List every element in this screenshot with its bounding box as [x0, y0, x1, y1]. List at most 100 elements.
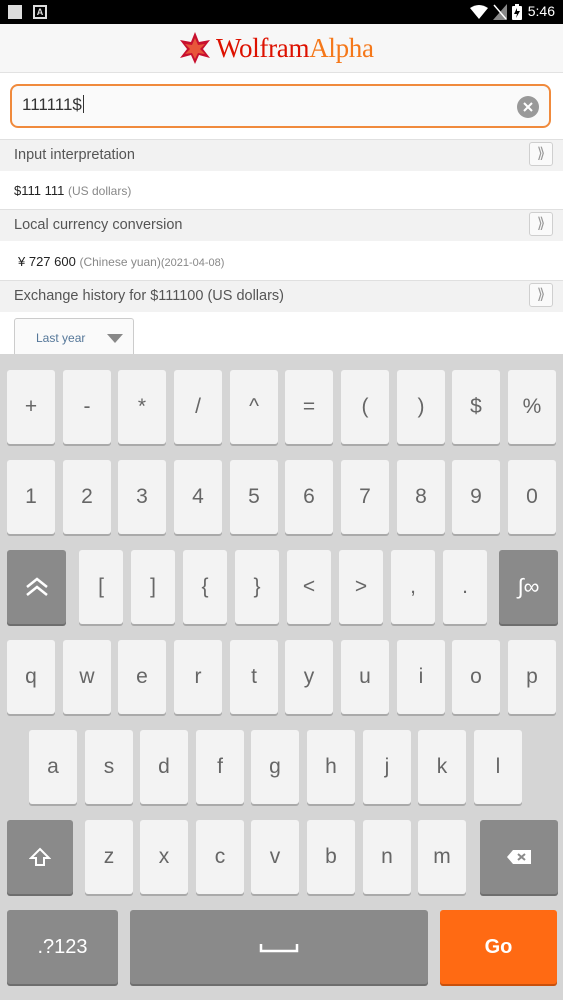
- key[interactable]: x: [140, 820, 188, 894]
- key[interactable]: f: [196, 730, 244, 804]
- key-label: .: [462, 575, 468, 598]
- key[interactable]: >: [339, 550, 383, 624]
- key-label: (: [361, 395, 369, 418]
- app-header: WolframAlpha: [0, 24, 563, 73]
- key[interactable]: 3: [118, 460, 166, 534]
- status-bar: A 5:46: [0, 0, 563, 24]
- key[interactable]: y: [285, 640, 333, 714]
- signal-off-icon: [493, 4, 507, 20]
- key-label: o: [470, 665, 482, 688]
- space-bar-icon: [259, 944, 299, 953]
- space-key[interactable]: [130, 910, 428, 984]
- symbols-mode-key[interactable]: .?123: [7, 910, 118, 984]
- key[interactable]: s: [85, 730, 133, 804]
- search-input-text: 111111$: [22, 95, 84, 115]
- key[interactable]: 9: [452, 460, 500, 534]
- key[interactable]: (: [341, 370, 389, 444]
- key[interactable]: =: [285, 370, 333, 444]
- key[interactable]: /: [174, 370, 222, 444]
- key-label: z: [103, 845, 115, 868]
- history-range-dropdown[interactable]: Last year: [14, 318, 134, 354]
- key[interactable]: g: [251, 730, 299, 804]
- key[interactable]: 0: [508, 460, 556, 534]
- key[interactable]: 8: [397, 460, 445, 534]
- key[interactable]: 5: [230, 460, 278, 534]
- key[interactable]: a: [29, 730, 77, 804]
- result-unit: (Chinese yuan): [79, 255, 161, 269]
- calculus-symbols-button[interactable]: ∫∞: [499, 550, 558, 624]
- key[interactable]: .: [443, 550, 487, 624]
- key-label: p: [526, 665, 538, 688]
- pod-header-input-interpretation: Input interpretation ⟫: [0, 139, 563, 171]
- key[interactable]: ,: [391, 550, 435, 624]
- key[interactable]: 2: [63, 460, 111, 534]
- key[interactable]: p: [508, 640, 556, 714]
- key-label: 9: [470, 485, 482, 508]
- key[interactable]: 1: [7, 460, 55, 534]
- key[interactable]: t: [230, 640, 278, 714]
- key-label: ): [417, 395, 425, 418]
- key[interactable]: {: [183, 550, 227, 624]
- key-label: ∫∞: [517, 574, 540, 599]
- key-label: .?123: [37, 935, 88, 958]
- key[interactable]: j: [363, 730, 411, 804]
- key[interactable]: m: [418, 820, 466, 894]
- key[interactable]: d: [140, 730, 188, 804]
- key[interactable]: 4: [174, 460, 222, 534]
- key[interactable]: v: [251, 820, 299, 894]
- pod-expand-button[interactable]: ⟫: [529, 283, 553, 307]
- key[interactable]: 6: [285, 460, 333, 534]
- key[interactable]: o: [452, 640, 500, 714]
- pod-expand-button[interactable]: ⟫: [529, 142, 553, 166]
- go-button[interactable]: Go: [440, 910, 557, 984]
- key[interactable]: r: [174, 640, 222, 714]
- key-label: g: [269, 755, 281, 778]
- key[interactable]: e: [118, 640, 166, 714]
- key[interactable]: ]: [131, 550, 175, 624]
- key[interactable]: ): [397, 370, 445, 444]
- key-label: y: [303, 665, 315, 688]
- key[interactable]: *: [118, 370, 166, 444]
- wolfram-alpha-logo: WolframAlpha: [178, 30, 374, 66]
- key[interactable]: h: [307, 730, 355, 804]
- key[interactable]: -: [63, 370, 111, 444]
- key-label: >: [354, 575, 368, 598]
- key[interactable]: u: [341, 640, 389, 714]
- key-label: 7: [359, 485, 371, 508]
- key[interactable]: <: [287, 550, 331, 624]
- clear-search-button[interactable]: [517, 96, 539, 118]
- backspace-key[interactable]: [480, 820, 558, 894]
- key[interactable]: i: [397, 640, 445, 714]
- key[interactable]: q: [7, 640, 55, 714]
- key[interactable]: l: [474, 730, 522, 804]
- key[interactable]: +: [7, 370, 55, 444]
- search-input[interactable]: 111111$: [10, 84, 551, 128]
- result-amount: $111 111: [14, 183, 65, 198]
- key-label: /: [195, 395, 201, 418]
- notification-icon: [8, 5, 22, 19]
- pod-expand-button[interactable]: ⟫: [529, 212, 553, 236]
- key[interactable]: 7: [341, 460, 389, 534]
- key[interactable]: ^: [230, 370, 278, 444]
- key[interactable]: z: [85, 820, 133, 894]
- key-label: d: [158, 755, 170, 778]
- key[interactable]: b: [307, 820, 355, 894]
- key[interactable]: $: [452, 370, 500, 444]
- key[interactable]: [: [79, 550, 123, 624]
- result-amount: ¥ 727 600: [18, 254, 76, 269]
- text-caret: [82, 95, 84, 113]
- key[interactable]: }: [235, 550, 279, 624]
- key[interactable]: k: [418, 730, 466, 804]
- key-label: 5: [248, 485, 260, 508]
- key-label: }: [253, 575, 261, 598]
- key-label: k: [436, 755, 448, 778]
- key[interactable]: w: [63, 640, 111, 714]
- key-label: h: [325, 755, 337, 778]
- expand-keyboard-button[interactable]: [7, 550, 66, 624]
- shift-key[interactable]: [7, 820, 73, 894]
- key[interactable]: c: [196, 820, 244, 894]
- key[interactable]: n: [363, 820, 411, 894]
- key[interactable]: %: [508, 370, 556, 444]
- key-label: f: [217, 755, 223, 778]
- key-label: x: [158, 845, 170, 868]
